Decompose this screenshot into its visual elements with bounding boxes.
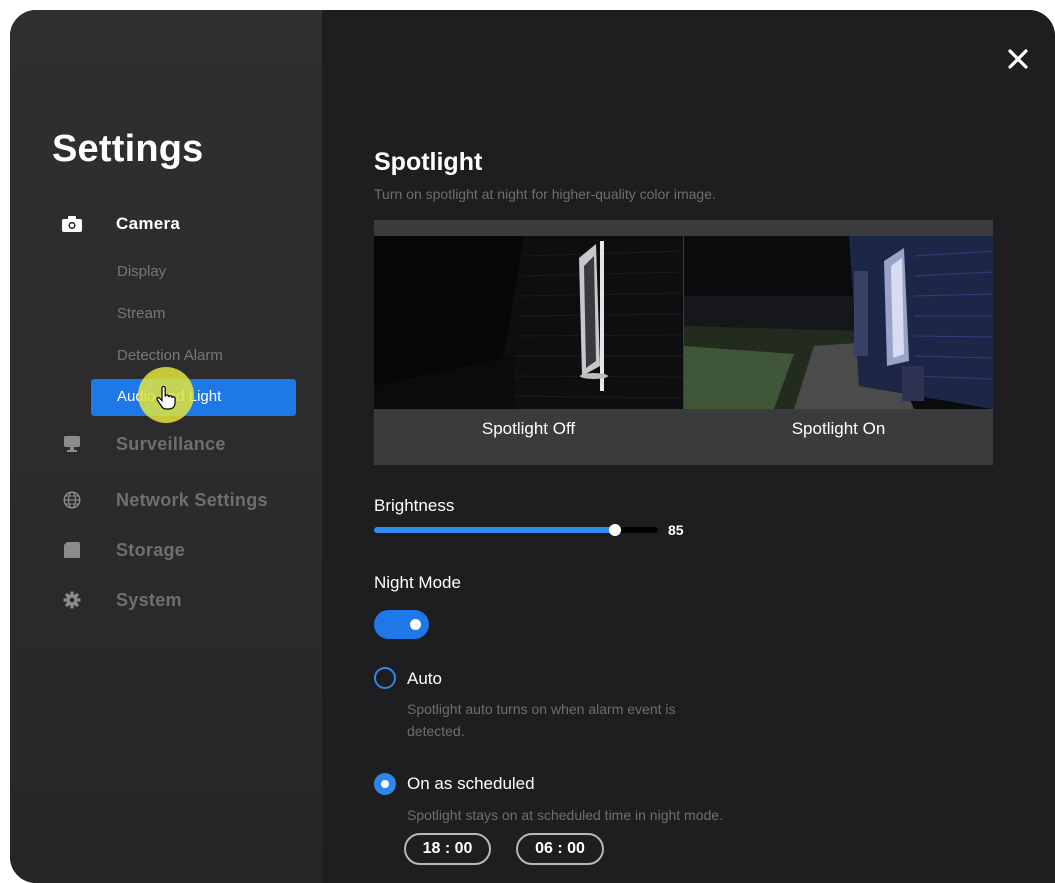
sidebar-item-network-settings[interactable]: Network Settings — [10, 485, 322, 515]
section-subtitle: Turn on spotlight at night for higher-qu… — [374, 186, 716, 202]
spotlight-preview: Spotlight Off Spotlight On — [374, 220, 993, 465]
section-title: Spotlight — [374, 148, 483, 176]
sidebar-item-label: Camera — [116, 214, 181, 233]
night-mode-label: Night Mode — [374, 573, 461, 592]
sidebar-item-label: Network Settings — [116, 489, 268, 510]
schedule-start-time[interactable]: 18 : 00 — [404, 833, 491, 865]
brightness-slider-fill — [374, 527, 616, 533]
hand-pointer-icon — [156, 385, 176, 415]
spotlight-off-image — [374, 236, 683, 409]
gear-icon — [62, 590, 82, 610]
sd-card-icon — [62, 540, 82, 560]
night-mode-toggle[interactable] — [374, 610, 429, 639]
globe-icon — [62, 490, 82, 510]
sidebar-item-surveillance[interactable]: Surveillance — [10, 429, 322, 459]
spotlight-on-image — [684, 236, 993, 409]
sidebar-item-system[interactable]: System — [10, 585, 322, 615]
brightness-slider[interactable] — [374, 524, 658, 536]
scheduled-option-label: On as scheduled — [407, 774, 535, 793]
sidebar-subitem-display[interactable]: Display — [117, 263, 166, 280]
monitor-icon — [62, 434, 82, 454]
sidebar-item-storage[interactable]: Storage — [10, 535, 322, 565]
camera-icon — [62, 214, 82, 234]
sidebar: Settings Camera Display Stream Detection… — [10, 10, 322, 883]
brightness-label: Brightness — [374, 496, 455, 515]
auto-option-label: Auto — [407, 669, 442, 688]
close-icon — [1008, 49, 1028, 69]
brightness-value: 85 — [668, 522, 684, 538]
scheduled-option-description: Spotlight stays on at scheduled time in … — [407, 807, 723, 823]
schedule-end-time[interactable]: 06 : 00 — [516, 833, 604, 865]
settings-window: Settings Camera Display Stream Detection… — [10, 10, 1055, 883]
sidebar-subitem-detection-alarm[interactable]: Detection Alarm — [117, 347, 223, 364]
spotlight-on-label: Spotlight On — [791, 419, 886, 438]
page-title: Settings — [52, 128, 204, 170]
spotlight-off-label: Spotlight Off — [481, 419, 576, 438]
sidebar-item-label: Storage — [116, 539, 186, 560]
sidebar-subitem-stream[interactable]: Stream — [117, 305, 165, 322]
auto-option-description-line1: Spotlight auto turns on when alarm event… — [407, 701, 676, 717]
close-button[interactable] — [1003, 44, 1033, 74]
auto-radio[interactable] — [374, 667, 396, 689]
toggle-knob — [410, 619, 421, 630]
sidebar-item-label: System — [116, 589, 182, 610]
sidebar-item-label: Surveillance — [116, 433, 226, 454]
scheduled-radio[interactable] — [374, 773, 396, 795]
auto-option-description-line2: detected. — [407, 723, 465, 739]
sidebar-item-camera[interactable]: Camera — [10, 209, 322, 239]
